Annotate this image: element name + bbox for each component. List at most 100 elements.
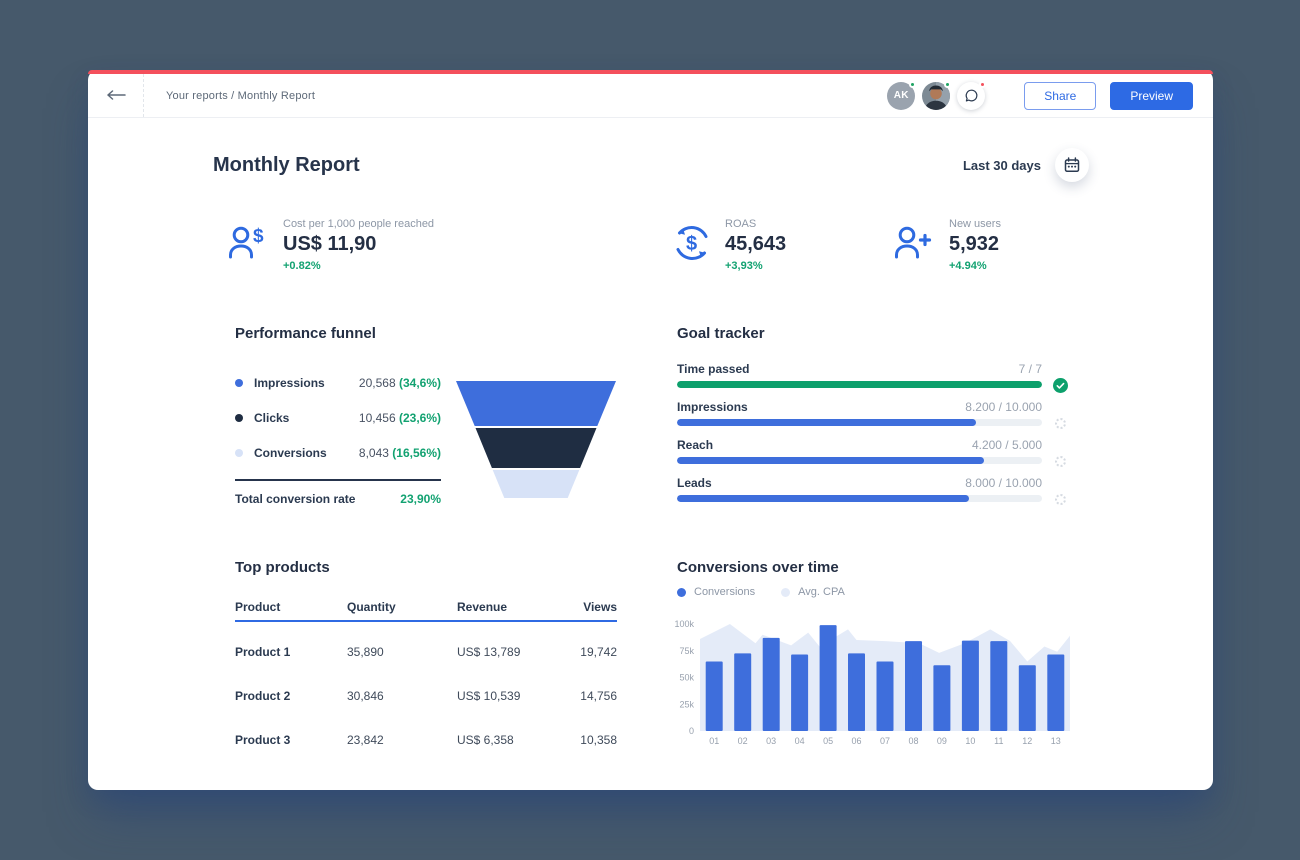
goal-label: Reach <box>677 438 713 452</box>
conversions-bar-chart: 025k50k75k100k01020304050607080910111213 <box>674 610 1072 748</box>
top-bar-actions: AK <box>887 82 1213 110</box>
goal-value: 8.000 / 10.000 <box>965 476 1042 490</box>
cell-quantity: 23,842 <box>347 733 457 747</box>
svg-text:05: 05 <box>823 736 833 746</box>
preview-button[interactable]: Preview <box>1110 82 1193 110</box>
cell-views: 10,358 <box>565 733 617 747</box>
back-button[interactable] <box>88 74 144 117</box>
cell-product: Product 3 <box>235 733 347 747</box>
funnel-row-label: Impressions <box>254 376 325 390</box>
svg-text:12: 12 <box>1022 736 1032 746</box>
share-button[interactable]: Share <box>1024 82 1096 110</box>
svg-text:01: 01 <box>709 736 719 746</box>
goal-value: 8.200 / 10.000 <box>965 400 1042 414</box>
chat-button[interactable] <box>957 82 985 110</box>
progress-track <box>677 495 1042 502</box>
cell-revenue: US$ 13,789 <box>457 645 565 659</box>
progress-track <box>677 457 1042 464</box>
top-products-table: Product Quantity Revenue Views Product 1… <box>235 594 617 762</box>
goal-row-impressions: Impressions 8.200 / 10.000 <box>677 400 1042 426</box>
funnel-row-percent: (23,6%) <box>399 411 441 425</box>
chat-bubble-icon <box>963 87 980 104</box>
svg-text:10: 10 <box>965 736 975 746</box>
goal-label: Impressions <box>677 400 748 414</box>
goal-value: 4.200 / 5.000 <box>972 438 1042 452</box>
svg-text:09: 09 <box>937 736 947 746</box>
notification-dot <box>979 81 986 88</box>
kpi-label: New users <box>949 218 1001 230</box>
chart-legend: Conversions Avg. CPA <box>677 586 845 598</box>
svg-text:75k: 75k <box>679 646 694 656</box>
conversions-dot <box>235 449 243 457</box>
goal-label: Time passed <box>677 362 749 376</box>
top-bar: Your reports / Monthly Report AK <box>88 74 1213 118</box>
conversions-legend-dot <box>677 588 686 597</box>
goal-row-leads: Leads8.000 / 10.000 <box>677 476 1042 502</box>
legend-item-avg-cpa: Avg. CPA <box>781 586 845 598</box>
funnel-row-percent: (34,6%) <box>399 376 441 390</box>
avatar-initials: AK <box>894 90 909 101</box>
section-title-goal-tracker: Goal tracker <box>677 325 765 342</box>
avatar-ak[interactable]: AK <box>887 82 915 110</box>
breadcrumb[interactable]: Your reports / Monthly Report <box>166 90 315 102</box>
column-header-quantity: Quantity <box>347 600 457 614</box>
funnel-row-number: 20,568 <box>359 376 396 390</box>
funnel-row-value: 10,456 (23,6%) <box>359 411 441 425</box>
table-row: Product 3 23,842 US$ 6,358 10,358 <box>235 718 617 762</box>
avatar-photo[interactable] <box>922 82 950 110</box>
goal-status-icon <box>1053 492 1068 507</box>
funnel-row-impressions: Impressions 20,568 (34,6%) <box>235 365 441 400</box>
online-status-dot <box>909 81 916 88</box>
svg-text:100k: 100k <box>674 619 694 629</box>
goal-status-icon <box>1053 454 1068 469</box>
kpi-value: US$ 11,90 <box>283 233 434 256</box>
kpi-delta: +3,93% <box>725 260 786 272</box>
cell-quantity: 35,890 <box>347 645 457 659</box>
cell-revenue: US$ 6,358 <box>457 733 565 747</box>
back-arrow-icon <box>106 87 126 105</box>
funnel-row-label: Clicks <box>254 411 289 425</box>
table-body: Product 1 35,890 US$ 13,789 19,742 Produ… <box>235 622 617 762</box>
section-title-performance-funnel: Performance funnel <box>235 325 376 342</box>
kpi-value: 5,932 <box>949 233 1001 256</box>
svg-text:$: $ <box>253 226 264 247</box>
cell-views: 14,756 <box>565 689 617 703</box>
progress-fill <box>677 495 969 502</box>
column-header-views: Views <box>565 600 617 614</box>
progress-track <box>677 381 1042 388</box>
legend-label: Conversions <box>694 586 755 598</box>
section-title-top-products: Top products <box>235 559 330 576</box>
kpi-cost-per-reach: $ Cost per 1,000 people reached US$ 11,9… <box>228 218 434 272</box>
svg-text:02: 02 <box>738 736 748 746</box>
funnel-row-percent: (16,56%) <box>392 446 441 460</box>
date-range-label: Last 30 days <box>963 158 1041 173</box>
kpi-roas: $ ROAS 45,643 +3,93% <box>672 218 786 272</box>
progress-fill <box>677 419 976 426</box>
date-range-picker: Last 30 days <box>963 148 1089 182</box>
legend-label: Avg. CPA <box>798 586 845 598</box>
goal-status-icon <box>1053 378 1068 393</box>
kpi-delta: +0.82% <box>283 260 434 272</box>
svg-text:07: 07 <box>880 736 890 746</box>
svg-text:03: 03 <box>766 736 776 746</box>
goal-status-icon <box>1053 416 1068 431</box>
svg-text:50k: 50k <box>679 673 694 683</box>
title-row: Monthly Report Last 30 days <box>213 148 1089 182</box>
progress-fill <box>677 381 1042 388</box>
dollar-cycle-icon: $ <box>672 218 712 272</box>
kpi-new-users: New users 5,932 +4.94% <box>894 218 1001 272</box>
svg-text:04: 04 <box>795 736 805 746</box>
cell-quantity: 30,846 <box>347 689 457 703</box>
column-header-revenue: Revenue <box>457 600 565 614</box>
progress-track <box>677 419 1042 426</box>
funnel-row-label: Conversions <box>254 446 327 460</box>
report-card: Your reports / Monthly Report AK <box>88 70 1213 790</box>
calendar-button[interactable] <box>1055 148 1089 182</box>
pending-circle-icon <box>1055 494 1066 505</box>
table-row: Product 1 35,890 US$ 13,789 19,742 <box>235 630 617 674</box>
svg-text:25k: 25k <box>679 699 694 709</box>
table-row: Product 2 30,846 US$ 10,539 14,756 <box>235 674 617 718</box>
svg-text:06: 06 <box>852 736 862 746</box>
svg-text:$: $ <box>686 233 697 255</box>
total-conversion-rate-value: 23,90% <box>400 492 441 506</box>
